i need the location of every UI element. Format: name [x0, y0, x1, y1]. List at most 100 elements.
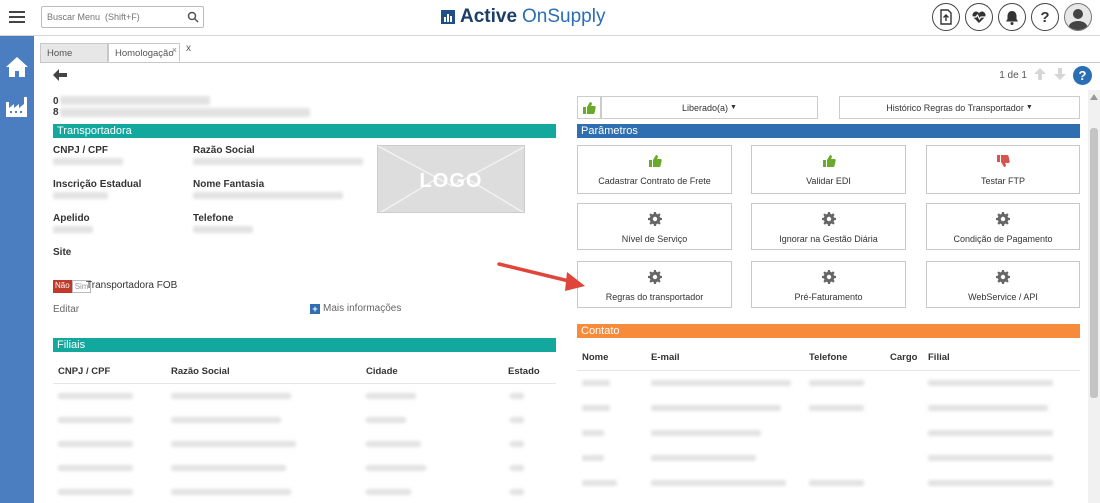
record-id-line1: 0 — [53, 96, 59, 107]
status-dropdown[interactable]: Liberado(a) ▼ — [601, 96, 818, 119]
card-pre-faturamento[interactable]: Pré-Faturamento — [751, 261, 906, 308]
caret-down-icon: ▼ — [1025, 104, 1033, 111]
gear-icon — [578, 270, 731, 284]
card-label: Regras do transportador — [605, 292, 704, 302]
search-icon[interactable] — [187, 11, 199, 26]
tab-label: Home — [47, 48, 73, 59]
brand-logo: Active OnSupply — [441, 6, 605, 28]
contato-col-filial[interactable]: Filial — [928, 352, 950, 363]
card-regras-transportador[interactable]: Regras do transportador — [577, 261, 732, 308]
left-nav — [0, 36, 34, 503]
tab-label: Homologação — [115, 48, 174, 59]
thumbs-up-icon — [578, 154, 731, 168]
back-arrow-icon[interactable] — [52, 68, 68, 82]
plus-icon: + — [310, 303, 320, 314]
factory-icon[interactable] — [5, 96, 29, 120]
card-label: WebService / API — [968, 292, 1038, 302]
user-avatar-icon[interactable] — [1064, 3, 1092, 31]
help-icon[interactable]: ? — [1031, 3, 1059, 31]
annotation-arrow-icon — [497, 262, 585, 291]
contato-col-cargo[interactable]: Cargo — [890, 352, 917, 363]
table-divider — [53, 383, 556, 384]
label-inscricao-estadual: Inscrição Estadual — [53, 179, 142, 190]
brand-mark-icon — [441, 10, 455, 24]
tab-divider — [40, 62, 1100, 63]
card-condicao-pagamento[interactable]: Condição de Pagamento — [926, 203, 1080, 250]
scroll-up-icon[interactable] — [1090, 92, 1098, 100]
card-label: Nível de Serviço — [621, 234, 688, 244]
redacted-text — [193, 226, 253, 233]
history-dropdown[interactable]: Histórico Regras do Transportador ▼ — [839, 96, 1080, 119]
table-divider — [577, 370, 1080, 371]
filiais-col-cidade[interactable]: Cidade — [366, 366, 398, 377]
card-nivel-servico[interactable]: Nível de Serviço — [577, 203, 732, 250]
menu-search-input[interactable] — [42, 7, 182, 27]
header-actions: ? — [932, 3, 1092, 31]
next-record-icon[interactable] — [1053, 67, 1067, 84]
upload-doc-icon[interactable] — [932, 3, 960, 31]
toggle-no[interactable]: Não — [53, 280, 72, 293]
gear-icon — [927, 212, 1079, 226]
carrier-logo-placeholder: LOGO — [377, 145, 525, 213]
status-thumb-button[interactable] — [577, 96, 601, 119]
gear-icon — [752, 270, 905, 284]
record-id-line2: 8 — [53, 107, 59, 118]
page-scrollbar[interactable] — [1088, 90, 1100, 503]
card-label: Testar FTP — [980, 176, 1025, 186]
tab-home[interactable]: Home — [40, 43, 108, 62]
label-razao-social: Razão Social — [193, 145, 255, 156]
scrollbar-thumb[interactable] — [1090, 128, 1098, 398]
fob-label: Transportadora FOB — [86, 280, 178, 291]
label-telefone: Telefone — [193, 213, 234, 224]
card-label: Validar EDI — [806, 176, 851, 186]
section-contato: Contato — [577, 324, 1080, 338]
close-all-tabs-button[interactable]: x — [186, 43, 191, 62]
card-label: Condição de Pagamento — [953, 234, 1053, 244]
card-testar-ftp[interactable]: Testar FTP — [926, 145, 1080, 194]
card-ignorar-gestao[interactable]: Ignorar na Gestão Diária — [751, 203, 906, 250]
card-cadastrar-contrato[interactable]: Cadastrar Contrato de Frete — [577, 145, 732, 194]
redacted-text — [53, 226, 93, 233]
filiais-col-estado[interactable]: Estado — [508, 366, 540, 377]
card-webservice-api[interactable]: WebService / API — [926, 261, 1080, 308]
filiais-col-cnpj[interactable]: CNPJ / CPF — [58, 366, 110, 377]
tab-homologacao[interactable]: Homologação × — [108, 43, 180, 62]
brand-name-light: OnSupply — [522, 6, 606, 27]
card-label: Ignorar na Gestão Diária — [779, 234, 878, 244]
filiais-col-razao[interactable]: Razão Social — [171, 366, 230, 377]
thumbs-up-icon — [752, 154, 905, 168]
gear-icon — [578, 212, 731, 226]
history-dropdown-label: Histórico Regras do Transportador — [886, 102, 1024, 113]
pager: 1 de 1 ? — [999, 66, 1092, 85]
section-transportadora: Transportadora — [53, 124, 556, 138]
redacted-text — [193, 192, 343, 199]
brand-name-bold: Active — [460, 6, 518, 27]
home-icon[interactable] — [5, 56, 29, 80]
redacted-text — [53, 158, 123, 165]
prev-record-icon[interactable] — [1033, 67, 1047, 84]
card-validar-edi[interactable]: Validar EDI — [751, 145, 906, 194]
menu-search-box[interactable] — [41, 6, 204, 28]
gear-icon — [752, 212, 905, 226]
top-bar: Active OnSupply ? — [0, 0, 1100, 36]
heart-pulse-icon[interactable] — [965, 3, 993, 31]
page-help-icon[interactable]: ? — [1073, 66, 1092, 85]
card-label: Cadastrar Contrato de Frete — [598, 176, 711, 186]
contato-col-email[interactable]: E-mail — [651, 352, 680, 363]
edit-link[interactable]: Editar — [53, 304, 79, 315]
tab-close-icon[interactable]: × — [172, 45, 177, 55]
contato-col-nome[interactable]: Nome — [582, 352, 608, 363]
more-info-link[interactable]: + Mais informações — [310, 303, 401, 314]
hamburger-menu-icon[interactable] — [9, 8, 25, 24]
label-apelido: Apelido — [53, 213, 90, 224]
card-label: Pré-Faturamento — [794, 292, 863, 302]
pager-label: 1 de 1 — [999, 70, 1027, 81]
status-dropdown-label: Liberado(a) — [682, 102, 729, 113]
label-site: Site — [53, 247, 72, 258]
bell-icon[interactable] — [998, 3, 1026, 31]
redacted-text — [53, 192, 108, 199]
label-cnpj: CNPJ / CPF — [53, 145, 109, 156]
contato-col-telefone[interactable]: Telefone — [809, 352, 847, 363]
label-nome-fantasia: Nome Fantasia — [193, 179, 265, 190]
caret-down-icon: ▼ — [730, 104, 737, 111]
